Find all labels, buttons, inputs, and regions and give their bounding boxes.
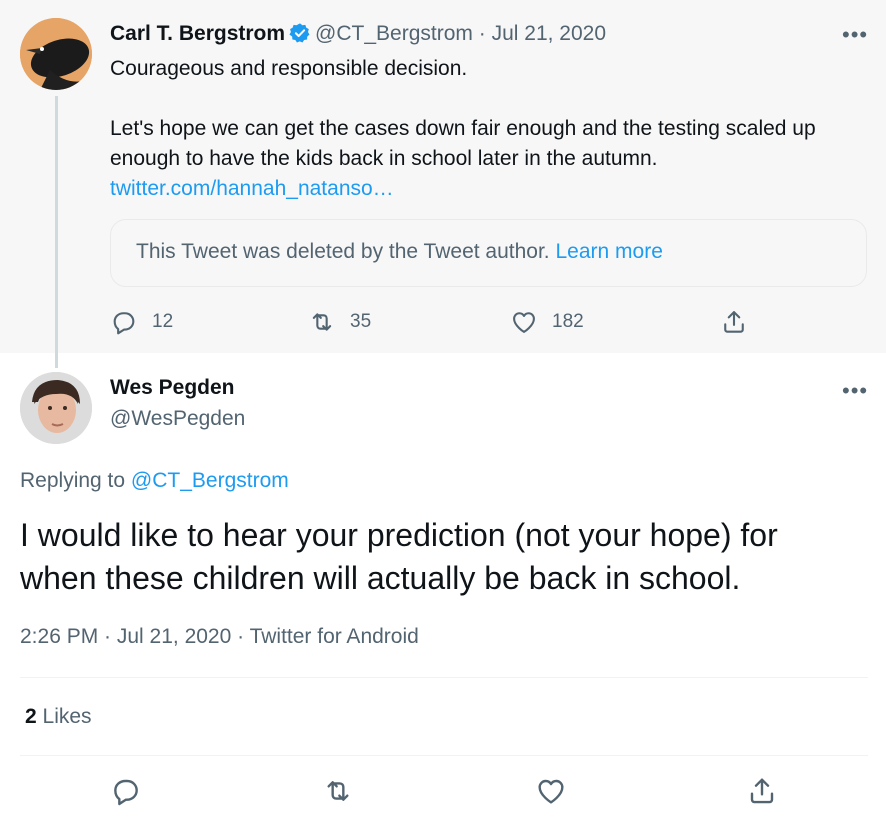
parent-tweet-header: Carl T. Bergstrom @CT_Bergstrom · Jul 21,… <box>110 20 606 52</box>
likes-count: 2 <box>25 705 37 728</box>
reply-tweet-text: I would like to hear your prediction (no… <box>20 514 870 600</box>
likes-summary[interactable]: 2 Likes <box>25 705 92 729</box>
like-count: 182 <box>552 311 584 332</box>
reply-count: 12 <box>152 311 174 332</box>
share-button[interactable] <box>720 308 748 336</box>
replying-to-label: Replying to <box>20 469 126 492</box>
more-options-icon[interactable]: ••• <box>842 380 868 402</box>
author-handle[interactable]: @CT_Bergstrom <box>315 22 473 45</box>
retweet-icon <box>327 781 349 801</box>
likes-label: Likes <box>42 705 92 728</box>
retweet-count: 35 <box>350 311 372 332</box>
learn-more-link[interactable]: Learn more <box>556 240 663 263</box>
parent-text-line: Courageous and responsible decision. <box>110 57 468 80</box>
share-icon <box>750 778 774 804</box>
reply-button[interactable]: 12 <box>110 308 173 336</box>
tweet-timestamp[interactable]: 2:26 PM · Jul 21, 2020 · Twitter for And… <box>20 625 419 649</box>
retweet-icon <box>312 313 332 331</box>
carl-bergstrom-avatar[interactable] <box>20 18 92 90</box>
replying-to-handle[interactable]: @CT_Bergstrom <box>131 469 289 492</box>
share-button[interactable] <box>746 775 778 807</box>
deleted-notice: This Tweet was deleted by the Tweet auth… <box>136 240 550 263</box>
retweet-button[interactable] <box>322 775 354 807</box>
reply-author-name[interactable]: Wes Pegden <box>110 376 234 400</box>
parent-tweet-text: Courageous and responsible decision. Let… <box>110 54 875 204</box>
parent-text-line: enough to have the kids back in school l… <box>110 147 658 170</box>
reply-button[interactable] <box>110 775 142 807</box>
tweet-link[interactable]: twitter.com/hannah_natanso… <box>110 174 875 204</box>
parent-tweet[interactable]: Carl T. Bergstrom @CT_Bergstrom · Jul 21,… <box>0 0 886 353</box>
wes-pegden-avatar[interactable] <box>20 372 92 444</box>
quoted-tweet-deleted: This Tweet was deleted by the Tweet auth… <box>110 219 867 287</box>
reply-icon <box>114 779 138 806</box>
replying-to: Replying to @CT_Bergstrom <box>20 469 289 493</box>
heart-icon <box>538 779 564 804</box>
share-icon <box>724 311 744 333</box>
retweet-button[interactable]: 35 <box>308 308 371 336</box>
reply-text-line: when these children will actually be bac… <box>20 560 741 596</box>
divider <box>20 677 868 678</box>
verified-badge-icon <box>289 22 311 52</box>
divider <box>20 755 868 756</box>
reply-text-line: I would like to hear your prediction (no… <box>20 517 778 553</box>
like-button[interactable]: 182 <box>510 308 584 336</box>
reply-icon <box>113 312 135 335</box>
thread-connector-line <box>55 96 58 368</box>
tweet-date[interactable]: Jul 21, 2020 <box>492 22 606 45</box>
like-button[interactable] <box>535 775 567 807</box>
heart-icon <box>513 312 535 333</box>
reply-author-handle[interactable]: @WesPegden <box>110 407 245 431</box>
more-options-icon[interactable]: ••• <box>842 24 868 46</box>
author-name[interactable]: Carl T. Bergstrom <box>110 22 285 45</box>
meta-separator: · <box>478 22 486 45</box>
parent-text-line: Let's hope we can get the cases down fai… <box>110 117 816 140</box>
